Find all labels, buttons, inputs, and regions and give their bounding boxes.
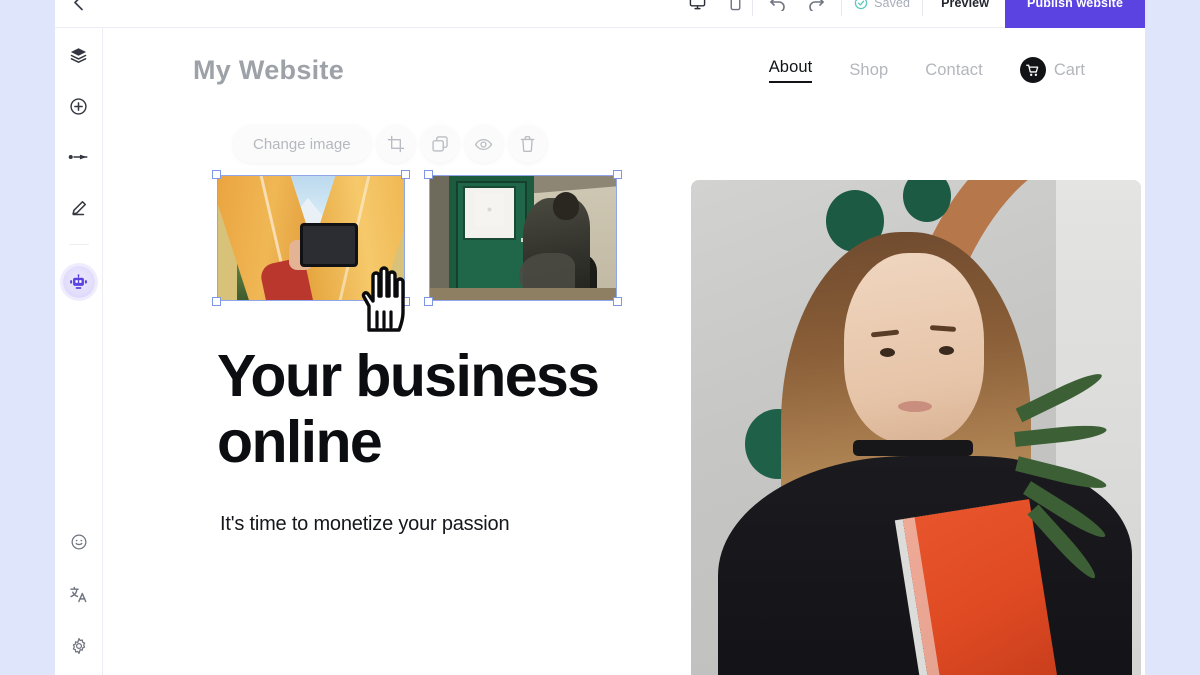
site-nav: About Shop Contact Cart xyxy=(768,57,1085,83)
site-canvas[interactable]: My Website About Shop Contact Cart Chang… xyxy=(103,28,1145,675)
nav-item-cart[interactable]: Cart xyxy=(1019,57,1085,83)
robot-icon[interactable] xyxy=(62,266,95,298)
mobile-icon[interactable] xyxy=(720,0,750,18)
sidebar-top-group xyxy=(62,28,95,298)
hero-copy: Your business online It's time to moneti… xyxy=(217,343,687,536)
cart-label: Cart xyxy=(1053,60,1085,79)
resize-handle-bottom-right[interactable] xyxy=(613,297,622,306)
editor-sidebar xyxy=(55,28,103,675)
hero-photo-collar xyxy=(853,440,973,456)
toolbar-divider-2 xyxy=(841,0,843,16)
hero-photo-plant xyxy=(1009,368,1141,584)
sidebar-divider xyxy=(68,244,89,245)
hand-cursor xyxy=(351,260,413,341)
resize-handle-top-left[interactable] xyxy=(212,170,221,179)
toolbar-divider-3 xyxy=(922,0,924,16)
resize-handle-top-right[interactable] xyxy=(401,170,410,179)
nav-item-contact[interactable]: Contact xyxy=(925,61,983,80)
selected-images-row xyxy=(212,170,622,306)
screen: Saved Preview Publish website My Website… xyxy=(0,0,1200,675)
resize-handle-top-right[interactable] xyxy=(613,170,622,179)
page-title[interactable]: Your business online xyxy=(217,343,687,475)
image-door-content xyxy=(430,176,616,300)
image-edit-toolbar: Change image xyxy=(233,125,547,163)
smiley-icon[interactable] xyxy=(64,527,94,557)
crop-icon[interactable] xyxy=(376,125,415,163)
layers-icon[interactable] xyxy=(64,40,94,70)
hero-photo-lips xyxy=(898,401,932,412)
selected-image-2[interactable] xyxy=(424,170,622,306)
toolbar-divider xyxy=(752,0,754,16)
publish-website-button[interactable]: Publish website xyxy=(1005,0,1145,28)
sidebar-bottom-group xyxy=(64,527,94,675)
editor-window: Saved Preview Publish website My Website… xyxy=(55,0,1145,675)
change-image-button[interactable]: Change image xyxy=(233,125,371,163)
redo-arrow-icon[interactable] xyxy=(801,0,831,18)
translate-icon[interactable] xyxy=(64,579,94,609)
hero-subtitle[interactable]: It's time to monetize your passion xyxy=(220,513,687,536)
undo-arrow-icon[interactable] xyxy=(763,0,793,18)
site-header: My Website About Shop Contact Cart xyxy=(103,28,1145,112)
trash-icon[interactable] xyxy=(508,125,547,163)
gear-icon[interactable] xyxy=(64,631,94,661)
resize-handle-bottom-left[interactable] xyxy=(212,297,221,306)
pencil-icon[interactable] xyxy=(64,193,94,223)
resize-handle-top-left[interactable] xyxy=(424,170,433,179)
eye-icon[interactable] xyxy=(464,125,503,163)
preview-button[interactable]: Preview xyxy=(925,0,1005,10)
saved-status-label: Saved xyxy=(874,0,911,10)
status-badge: Saved xyxy=(844,0,920,10)
shopping-cart-icon xyxy=(1019,57,1046,83)
image-door[interactable] xyxy=(429,175,617,301)
resize-handle-bottom-left[interactable] xyxy=(424,297,433,306)
chevron-left-icon[interactable] xyxy=(55,0,101,28)
editor-topbar: Saved Preview Publish website xyxy=(55,0,1145,28)
device-switcher xyxy=(682,0,750,18)
duplicate-icon[interactable] xyxy=(420,125,459,163)
nav-item-shop[interactable]: Shop xyxy=(849,61,888,80)
site-logo[interactable]: My Website xyxy=(193,55,344,86)
nav-item-about[interactable]: About xyxy=(768,58,813,83)
hero-photo[interactable] xyxy=(691,180,1141,675)
history-controls xyxy=(763,0,831,18)
hero-photo-face xyxy=(844,252,984,443)
desktop-icon[interactable] xyxy=(682,0,712,18)
check-circle-icon xyxy=(854,0,868,10)
add-circle-icon[interactable] xyxy=(64,91,94,121)
marker-pin-icon[interactable] xyxy=(64,142,94,172)
